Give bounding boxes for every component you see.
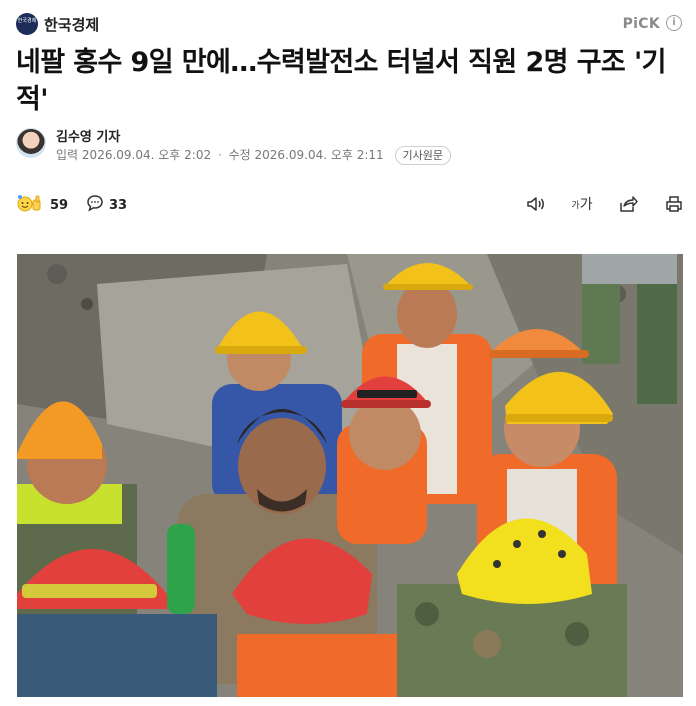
modified-time: 2026.09.04. 오후 2:11: [254, 148, 384, 162]
reporter-avatar[interactable]: [16, 128, 46, 158]
press-name[interactable]: 한국경제: [44, 14, 99, 35]
comment-count: 33: [109, 197, 128, 213]
font-size-large-glyph: 가: [579, 197, 593, 213]
modified-label: 수정: [228, 148, 251, 162]
input-label: 입력: [56, 148, 79, 162]
font-size-small-glyph: 가: [571, 200, 580, 211]
reaction-button[interactable]: 59: [16, 194, 68, 216]
reporter-name[interactable]: 김수영 기자: [56, 126, 120, 145]
article-header: 한국경제 한국경제 PiCK i: [16, 12, 682, 38]
article-title: 네팔 홍수 9일 만에…수력발전소 터널서 직원 2명 구조 '기적': [16, 47, 666, 115]
comment-button[interactable]: 33: [86, 194, 127, 216]
font-size-icon[interactable]: 가가: [570, 192, 594, 216]
article-dates: 입력 2026.09.04. 오후 2:02 · 수정 2026.09.04. …: [56, 146, 452, 165]
byline: 김수영 기자 입력 2026.09.04. 오후 2:02 · 수정 2026.…: [16, 124, 686, 168]
share-icon[interactable]: [616, 192, 640, 216]
article-toolbar: 59 33 가가: [16, 190, 686, 220]
comment-icon: [86, 194, 104, 216]
rescue-photo-illustration: [17, 254, 683, 697]
input-time: 2026.09.04. 오후 2:02: [81, 148, 212, 162]
emoji-reaction-icon: [16, 194, 46, 216]
print-icon[interactable]: [662, 192, 686, 216]
date-separator: ·: [217, 148, 222, 162]
pick-label: PiCK: [622, 16, 660, 32]
press-logo-text: 한국경제: [17, 18, 37, 24]
info-icon[interactable]: i: [666, 15, 682, 31]
reaction-count: 59: [50, 197, 69, 213]
original-article-button[interactable]: 기사원문: [394, 146, 452, 165]
press-logo[interactable]: 한국경제: [16, 13, 38, 35]
audio-icon[interactable]: [524, 192, 548, 216]
tool-icon-group: 가가: [524, 192, 686, 216]
article-photo[interactable]: [17, 254, 683, 697]
